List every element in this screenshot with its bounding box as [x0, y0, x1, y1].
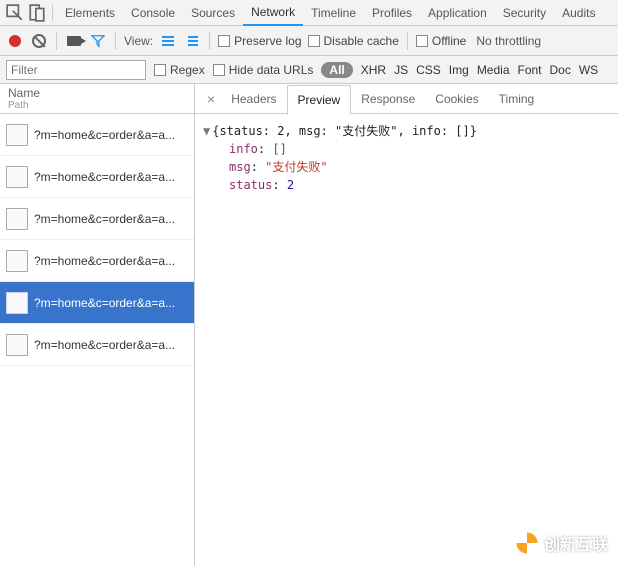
expand-triangle-icon[interactable]: ▼ — [203, 124, 210, 138]
tab-audits[interactable]: Audits — [554, 1, 603, 25]
request-row[interactable]: ?m=home&c=order&a=a... — [0, 324, 194, 366]
filter-type-font[interactable]: Font — [518, 63, 542, 77]
request-row[interactable]: ?m=home&c=order&a=a... — [0, 240, 194, 282]
key-info: info — [229, 142, 258, 156]
val-msg: "支付失败" — [265, 160, 327, 174]
regex-checkbox[interactable]: Regex — [154, 63, 205, 77]
tab-application[interactable]: Application — [420, 1, 495, 25]
large-rows-icon[interactable] — [159, 32, 177, 50]
clear-icon[interactable] — [30, 32, 48, 50]
tab-timing[interactable]: Timing — [489, 85, 545, 113]
request-label: ?m=home&c=order&a=a... — [34, 170, 188, 184]
preserve-log-checkbox[interactable]: Preserve log — [218, 34, 301, 48]
requests-list: ?m=home&c=order&a=a... ?m=home&c=order&a=… — [0, 114, 194, 566]
disable-cache-label: Disable cache — [324, 34, 399, 48]
tab-preview[interactable]: Preview — [287, 85, 352, 115]
filter-type-media[interactable]: Media — [477, 63, 510, 77]
requests-pane: Name Path ?m=home&c=order&a=a...?m=home&… — [0, 84, 195, 566]
close-details-icon[interactable]: × — [201, 91, 221, 107]
filter-icon[interactable] — [89, 32, 107, 50]
offline-label: Offline — [432, 34, 466, 48]
separator — [56, 32, 57, 50]
small-rows-icon[interactable] — [183, 32, 201, 50]
request-label: ?m=home&c=order&a=a... — [34, 338, 188, 352]
filter-type-js[interactable]: JS — [394, 63, 408, 77]
preview-summary-line[interactable]: ▼{status: 2, msg: "支付失败", info: []} — [203, 122, 610, 140]
request-label: ?m=home&c=order&a=a... — [34, 254, 188, 268]
key-status: status — [229, 178, 272, 192]
request-row[interactable]: ?m=home&c=order&a=a... — [0, 282, 194, 324]
request-thumb-icon — [6, 250, 28, 272]
separator — [407, 32, 408, 50]
throttling-select[interactable]: No throttling — [476, 34, 541, 48]
network-filter-row: Regex Hide data URLs All XHR JS CSS Img … — [0, 56, 618, 84]
tab-network[interactable]: Network — [243, 0, 303, 26]
logo-icon — [514, 530, 540, 556]
tab-elements[interactable]: Elements — [57, 1, 123, 25]
filter-type-all[interactable]: All — [321, 62, 352, 78]
tab-console[interactable]: Console — [123, 1, 183, 25]
capture-icon[interactable] — [65, 32, 83, 50]
filter-type-img[interactable]: Img — [449, 63, 469, 77]
requests-header-name: Name — [8, 86, 186, 100]
preview-info-line: info: [] — [203, 140, 610, 158]
filter-type-ws[interactable]: WS — [579, 63, 598, 77]
request-thumb-icon — [6, 292, 28, 314]
offline-checkbox[interactable]: Offline — [416, 34, 466, 48]
filter-type-css[interactable]: CSS — [416, 63, 441, 77]
request-label: ?m=home&c=order&a=a... — [34, 296, 188, 310]
network-toolbar: View: Preserve log Disable cache Offline… — [0, 26, 618, 56]
preview-status-line: status: 2 — [203, 176, 610, 194]
disable-cache-checkbox[interactable]: Disable cache — [308, 34, 399, 48]
request-row[interactable]: ?m=home&c=order&a=a... — [0, 156, 194, 198]
view-label: View: — [124, 34, 153, 48]
logo-text: 创新互联 — [544, 531, 608, 555]
key-msg: msg — [229, 160, 251, 174]
val-status: 2 — [287, 178, 294, 192]
requests-header-path: Path — [8, 100, 186, 111]
request-thumb-icon — [6, 208, 28, 230]
tab-timeline[interactable]: Timeline — [303, 1, 364, 25]
tab-headers[interactable]: Headers — [221, 85, 286, 113]
devtools-main-tabbar: Elements Console Sources Network Timelin… — [0, 0, 618, 26]
requests-header[interactable]: Name Path — [0, 84, 194, 114]
request-thumb-icon — [6, 166, 28, 188]
hide-data-urls-label: Hide data URLs — [229, 63, 314, 77]
tab-cookies[interactable]: Cookies — [425, 85, 488, 113]
record-icon[interactable] — [6, 32, 24, 50]
preview-body: ▼{status: 2, msg: "支付失败", info: []} info… — [195, 114, 618, 202]
filter-type-doc[interactable]: Doc — [550, 63, 571, 77]
tab-security[interactable]: Security — [495, 1, 554, 25]
details-tabs: × Headers Preview Response Cookies Timin… — [195, 84, 618, 114]
network-content: Name Path ?m=home&c=order&a=a...?m=home&… — [0, 84, 618, 566]
filter-input[interactable] — [6, 60, 146, 80]
request-row[interactable]: ?m=home&c=order&a=a... — [0, 198, 194, 240]
device-icon[interactable] — [28, 4, 46, 22]
val-info: [] — [272, 142, 286, 156]
inspect-icon[interactable] — [6, 4, 24, 22]
preserve-log-label: Preserve log — [234, 34, 301, 48]
preview-msg-line: msg: "支付失败" — [203, 158, 610, 176]
regex-label: Regex — [170, 63, 205, 77]
preview-summary: {status: 2, msg: "支付失败", info: []} — [212, 124, 477, 138]
request-label: ?m=home&c=order&a=a... — [34, 128, 188, 142]
watermark-logo: 创新互联 — [514, 530, 608, 556]
request-thumb-icon — [6, 334, 28, 356]
separator — [115, 32, 116, 50]
details-pane: × Headers Preview Response Cookies Timin… — [195, 84, 618, 566]
request-label: ?m=home&c=order&a=a... — [34, 212, 188, 226]
separator — [209, 32, 210, 50]
filter-type-xhr[interactable]: XHR — [361, 63, 386, 77]
tab-response[interactable]: Response — [351, 85, 425, 113]
hide-data-urls-checkbox[interactable]: Hide data URLs — [213, 63, 314, 77]
request-thumb-icon — [6, 124, 28, 146]
tab-sources[interactable]: Sources — [183, 1, 243, 25]
separator — [52, 5, 53, 21]
tab-profiles[interactable]: Profiles — [364, 1, 420, 25]
request-row[interactable]: ?m=home&c=order&a=a... — [0, 114, 194, 156]
